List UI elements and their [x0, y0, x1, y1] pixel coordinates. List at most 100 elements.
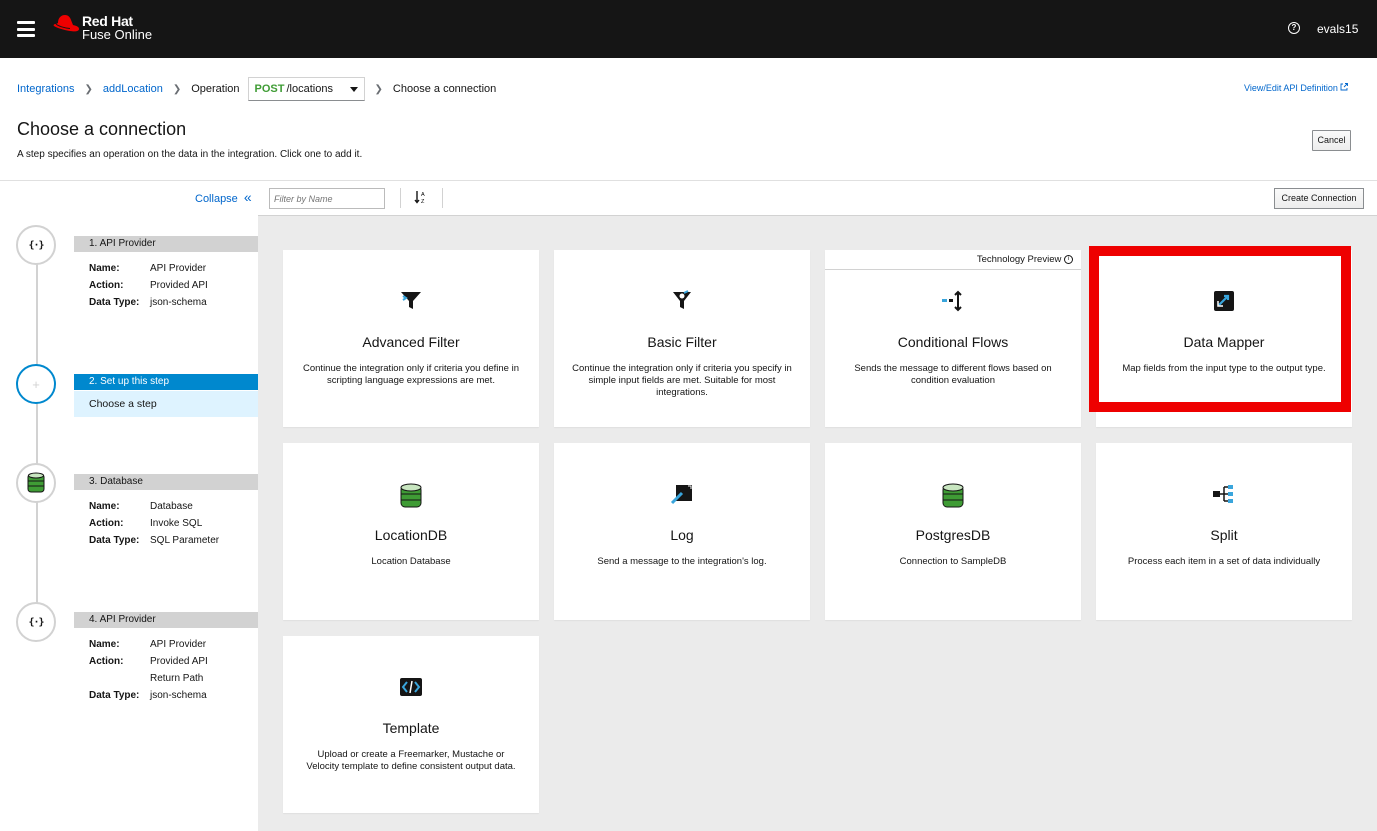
toolbar-separator	[400, 188, 401, 208]
template-icon	[283, 676, 539, 698]
detail-key: Action:	[89, 518, 124, 529]
view-edit-api-label: View/Edit API Definition	[1244, 83, 1338, 93]
detail-key: Data Type:	[89, 535, 140, 546]
help-icon[interactable]: ?	[1288, 22, 1300, 34]
data-mapper-icon	[1096, 290, 1352, 312]
detail-value: API Provider	[150, 639, 207, 650]
detail-value: Provided API	[150, 656, 208, 667]
card-title: Conditional Flows	[897, 334, 1009, 350]
detail-key: Action:	[89, 656, 124, 667]
collapse-button[interactable]: Collapse «	[195, 189, 252, 205]
breadcrumb: Integrations ❯ addLocation ❯ Operation P…	[17, 77, 496, 101]
step-4-details: Name: API Provider Action: Provided API Re…	[89, 636, 208, 704]
svg-text:Z: Z	[421, 199, 425, 204]
card-split[interactable]: Split Process each item in a set of data…	[1096, 443, 1352, 620]
double-chevron-left-icon: «	[243, 189, 252, 205]
cancel-button[interactable]: Cancel	[1312, 130, 1351, 151]
toolbar-separator	[442, 188, 443, 208]
detail-value: SQL Parameter	[150, 535, 220, 546]
create-connection-button[interactable]: Create Connection	[1274, 188, 1364, 209]
view-edit-api-link[interactable]: View/Edit API Definition	[1244, 83, 1349, 93]
detail-key	[89, 670, 150, 687]
technology-preview-badge: Technology Preview i	[825, 250, 1081, 270]
card-title: Basic Filter	[647, 334, 717, 350]
advanced-filter-icon	[283, 290, 539, 312]
card-title: PostgresDB	[915, 527, 991, 543]
brand-name: Red Hat	[82, 13, 133, 29]
chevron-right-icon: ❯	[374, 83, 383, 95]
step-1-header: 1. API Provider	[74, 236, 258, 252]
sort-alpha-icon[interactable]: AZ	[414, 190, 430, 206]
add-step-icon[interactable]: +	[16, 364, 56, 404]
user-menu[interactable]: evals15	[1317, 22, 1358, 36]
step-3-header: 3. Database	[74, 474, 258, 490]
detail-value: Return Path	[150, 673, 204, 684]
card-description: Sends the message to different flows bas…	[854, 363, 1052, 386]
detail-value: Database	[150, 501, 193, 512]
masthead: Red Hat Fuse Online ? evals15	[0, 0, 1377, 58]
card-conditional-flows[interactable]: Technology Preview i Conditional Flows S…	[825, 250, 1081, 427]
detail-key: Name:	[89, 263, 120, 274]
operation-label: Operation	[191, 83, 240, 95]
svg-text:A: A	[421, 192, 425, 198]
page-title: Choose a connection	[17, 119, 187, 139]
breadcrumb-integrations-link[interactable]: Integrations	[17, 83, 74, 95]
card-description: Continue the integration only if criteri…	[572, 363, 792, 398]
card-title: Log	[670, 527, 694, 543]
chevron-right-icon: ❯	[84, 83, 93, 95]
card-locationdb[interactable]: LocationDB Location Database	[283, 443, 539, 620]
redhat-logo[interactable]: Red Hat Fuse Online	[52, 14, 152, 42]
filter-input[interactable]	[269, 188, 385, 209]
detail-key: Data Type:	[89, 297, 140, 308]
database-icon	[283, 483, 539, 508]
breadcrumb-integration-link[interactable]: addLocation	[103, 83, 163, 95]
operation-path: /locations	[286, 83, 333, 95]
chevron-right-icon: ❯	[172, 83, 182, 95]
detail-value: API Provider	[150, 263, 207, 274]
menu-icon[interactable]	[17, 21, 35, 37]
redhat-hat-icon	[53, 15, 79, 32]
card-log[interactable]: Log Send a message to the integration's …	[554, 443, 810, 620]
product-name: Fuse Online	[82, 27, 153, 42]
database-icon[interactable]	[16, 463, 56, 503]
external-link-icon	[1340, 83, 1349, 91]
detail-value: json-schema	[150, 297, 207, 308]
collapse-label: Collapse	[195, 193, 238, 205]
breadcrumb-current: Choose a connection	[392, 83, 497, 95]
card-description: Continue the integration only if criteri…	[303, 363, 519, 386]
card-data-mapper[interactable]: Data Mapper Map fields from the input ty…	[1096, 250, 1352, 427]
log-icon	[554, 483, 810, 505]
card-postgresdb[interactable]: PostgresDB Connection to SampleDB	[825, 443, 1081, 620]
api-provider-icon[interactable]: {·}	[16, 225, 56, 265]
operation-select[interactable]: POST /locations	[247, 77, 365, 101]
card-description: Connection to SampleDB	[899, 556, 1007, 567]
step-1-details: Name: API Provider Action: Provided API Da…	[89, 260, 208, 311]
database-icon	[825, 483, 1081, 508]
detail-value: json-schema	[150, 690, 207, 701]
card-description: Send a message to the integration's log.	[597, 556, 767, 567]
card-title: Split	[1210, 527, 1238, 543]
card-title: Template	[382, 720, 440, 736]
card-description: Location Database	[371, 556, 451, 567]
operation-method: POST	[254, 83, 285, 95]
card-description: Process each item in a set of data indiv…	[1127, 556, 1321, 567]
page-description: A step specifies an operation on the dat…	[17, 149, 363, 160]
detail-value: Invoke SQL	[150, 518, 203, 529]
step-3-details: Name: Database Action: Invoke SQL Data Typ…	[89, 498, 219, 549]
card-advanced-filter[interactable]: Advanced Filter Continue the integration…	[283, 250, 539, 427]
step-2-header: 2. Set up this step	[74, 374, 258, 390]
split-icon	[1096, 483, 1352, 505]
detail-key: Action:	[89, 280, 124, 291]
card-title: Data Mapper	[1183, 334, 1265, 350]
caret-down-icon	[349, 86, 358, 92]
card-template[interactable]: Template Upload or create a Freemarker, …	[283, 636, 539, 813]
detail-key: Name:	[89, 501, 120, 512]
conditional-flows-icon	[825, 290, 1081, 312]
api-provider-icon[interactable]: {·}	[16, 602, 56, 642]
card-basic-filter[interactable]: Basic Filter Continue the integration on…	[554, 250, 810, 427]
card-title: Advanced Filter	[362, 334, 460, 350]
timeline-line	[36, 245, 38, 623]
card-title: LocationDB	[374, 527, 448, 543]
card-description: Upload or create a Freemarker, Mustache …	[306, 749, 516, 772]
info-icon[interactable]: i	[1064, 254, 1073, 264]
